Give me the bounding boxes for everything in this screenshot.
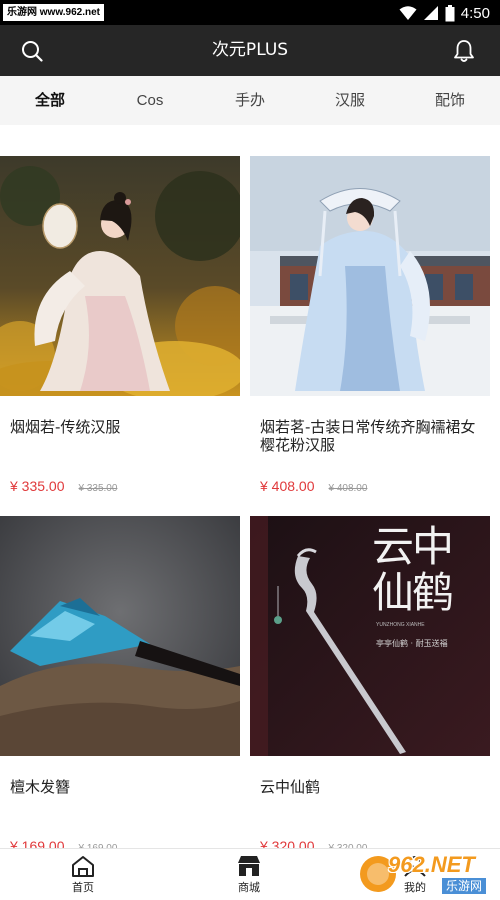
product-image-title: 云中仙鹤 [372,522,454,617]
product-name: 烟烟若-传统汉服 [10,418,121,436]
watermark-label: 乐游网 www.962.net [3,4,104,21]
clock: 4:50 [460,4,490,22]
home-icon [72,856,94,877]
tab-hanfu[interactable]: 汉服 [300,76,400,125]
product-card[interactable]: 檀木发簪 ¥ 169.00 ¥ 169.00 [0,516,240,866]
signal-icon [423,6,438,20]
product-image-hanfu-garden[interactable] [0,156,240,396]
product-image-hairpin[interactable] [0,516,240,756]
status-icons: 4:50 [399,3,490,23]
price-row: ¥ 335.00 ¥ 335.00 [10,478,117,494]
status-bar: 乐游网 www.962.net 4:50 [0,0,500,25]
watermark-sub: 乐游网 [442,878,487,894]
product-price: ¥ 408.00 [260,478,315,494]
product-image-seal: YUNZHONG XIANHE [376,622,425,628]
product-original-price: ¥ 335.00 [78,483,118,494]
watermark-brand: 962.NET [388,852,475,877]
product-name: 烟若茗-古装日常传统齐胸襦裙女樱花粉汉服 [260,418,476,454]
product-image-subtitle: 亭亭仙鹤 · 耐玉送福 [376,639,448,648]
product-card[interactable]: 烟若茗-古装日常传统齐胸襦裙女樱花粉汉服 ¥ 408.00 ¥ 408.00 [250,156,490,506]
tab-figures[interactable]: 手办 [200,76,300,125]
product-image-hanfu-pink[interactable] [250,156,490,396]
nav-store-label: 商城 [238,881,260,894]
search-icon [22,41,43,62]
tab-cos[interactable]: Cos [100,76,200,125]
nav-home-label: 首页 [72,881,94,894]
price-row: ¥ 408.00 ¥ 408.00 [260,478,367,494]
product-name: 云中仙鹤 [260,778,321,796]
product-image-crane-hairpin[interactable]: 云中仙鹤 YUNZHONG XIANHE 亭亭仙鹤 · 耐玉送福 [250,516,490,756]
store-icon [238,856,260,876]
product-name: 檀木发簪 [10,778,71,796]
page-title: 次元PLUS [211,40,289,60]
notification-button[interactable] [450,37,478,65]
product-original-price: ¥ 408.00 [328,483,368,494]
nav-store[interactable]: 商城 [166,849,332,900]
tab-all[interactable]: 全部 [0,76,100,125]
watermark-logo: 962.NET 乐游网 [358,850,496,898]
bell-icon [454,40,474,62]
tab-accessories[interactable]: 配饰 [400,76,500,125]
category-tabs: 全部 Cos 手办 汉服 配饰 [0,76,500,125]
battery-icon [445,4,455,21]
wifi-icon [399,6,417,20]
search-button[interactable] [18,37,46,65]
product-price: ¥ 335.00 [10,478,65,494]
product-card[interactable]: 烟烟若-传统汉服 ¥ 335.00 ¥ 335.00 [0,156,240,506]
app-header: 次元PLUS [0,25,500,76]
nav-home[interactable]: 首页 [0,849,166,900]
product-card[interactable]: 云中仙鹤 YUNZHONG XIANHE 亭亭仙鹤 · 耐玉送福 云中仙鹤 ¥ … [250,516,490,866]
